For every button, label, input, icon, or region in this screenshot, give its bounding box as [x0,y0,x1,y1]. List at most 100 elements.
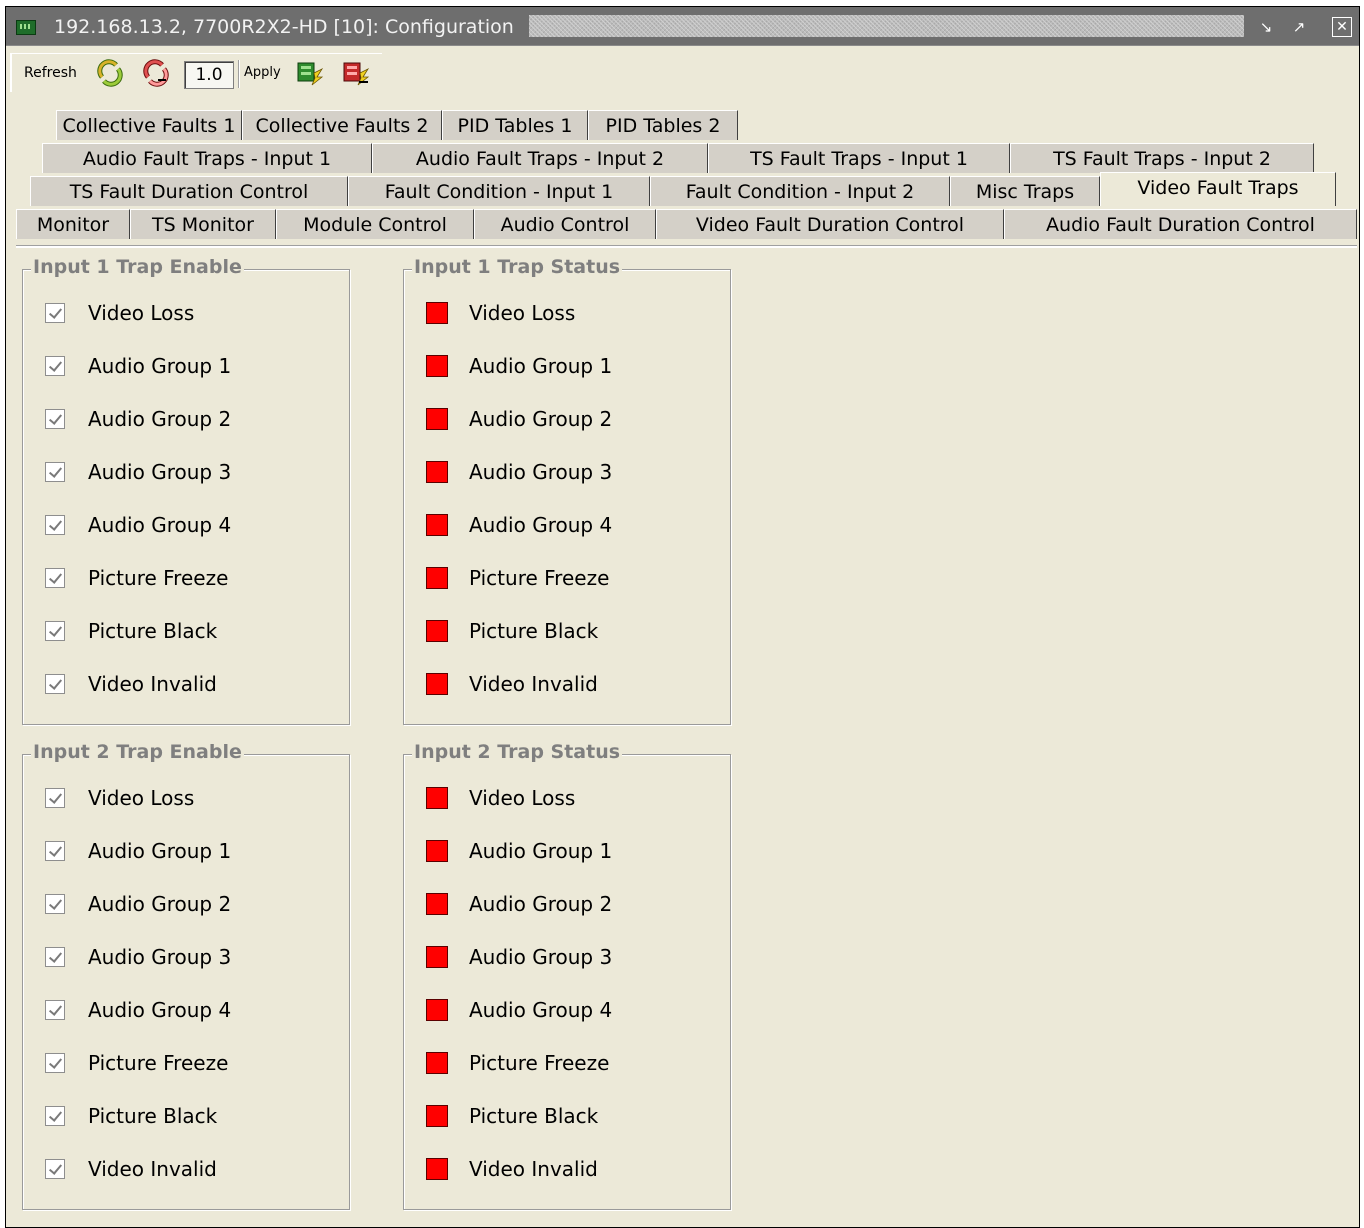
tab-video-fault-duration-control[interactable]: Video Fault Duration Control [656,209,1004,239]
list-item: Picture Black [23,1102,323,1132]
list-item: Picture Black [404,1102,704,1132]
audio-group-1-checkbox[interactable] [45,841,65,861]
module-card-icon [16,20,36,35]
restore-icon[interactable]: ↘ [1256,17,1276,37]
refresh-red-icon[interactable] [142,59,170,87]
checkbox-label: Picture Black [88,619,218,643]
audio-group-3-status-indicator [426,946,448,968]
title-bar-fill [529,15,1244,37]
audio-group-4-status-indicator [426,999,448,1021]
audio-group-2-status-indicator [426,408,448,430]
title-bar[interactable]: 192.168.13.2, 7700R2X2-HD [10]: Configur… [6,7,1359,46]
tab-ts-fault-duration-control[interactable]: TS Fault Duration Control [30,176,348,206]
list-item: Audio Group 4 [404,996,704,1026]
checkbox-label: Audio Group 4 [88,513,232,537]
list-item: Audio Group 1 [404,352,704,382]
list-item: Audio Group 2 [404,405,704,435]
picture-black-status-indicator [426,620,448,642]
refresh-button[interactable]: Refresh [24,65,77,81]
audio-group-3-status-indicator [426,461,448,483]
status-label: Audio Group 1 [469,354,613,378]
status-label: Picture Black [469,1104,599,1128]
tab-fault-condition-input-2[interactable]: Fault Condition - Input 2 [650,176,950,206]
video-loss-checkbox[interactable] [45,303,65,323]
group-title: Input 2 Trap Status [412,741,623,763]
video-invalid-checkbox[interactable] [45,674,65,694]
list-item: Audio Group 3 [404,458,704,488]
input-1-trap-enable-group: Input 1 Trap Enable Video Loss Audio Gro… [22,256,350,725]
input-2-trap-status-group: Input 2 Trap Status Video Loss Audio Gro… [403,741,731,1210]
zoom-field[interactable]: 1.0 [184,61,234,89]
status-label: Audio Group 1 [469,839,613,863]
list-item: Video Loss [23,784,323,814]
tab-misc-traps[interactable]: Misc Traps [950,176,1100,206]
audio-group-2-status-indicator [426,893,448,915]
tab-panel-edge [16,245,1357,248]
list-item: Audio Group 4 [23,511,323,541]
list-item: Audio Group 4 [404,511,704,541]
tab-collective-faults-1[interactable]: Collective Faults 1 [56,110,242,140]
audio-group-1-status-indicator [426,355,448,377]
tab-pid-tables-2[interactable]: PID Tables 2 [588,110,738,140]
list-item: Video Invalid [404,1155,704,1185]
picture-black-checkbox[interactable] [45,1106,65,1126]
apply-button[interactable]: Apply [244,65,281,80]
list-item: Audio Group 3 [23,943,323,973]
audio-group-4-checkbox[interactable] [45,1000,65,1020]
audio-group-2-checkbox[interactable] [45,894,65,914]
tab-module-control[interactable]: Module Control [276,209,474,239]
checkbox-label: Audio Group 4 [88,998,232,1022]
apply-green-icon[interactable] [296,59,324,87]
tab-audio-control[interactable]: Audio Control [474,209,656,239]
group-title: Input 1 Trap Enable [31,256,244,278]
toolbar-separator [238,60,240,88]
tab-video-fault-traps[interactable]: Video Fault Traps [1100,172,1336,206]
video-loss-checkbox[interactable] [45,788,65,808]
list-item: Video Invalid [23,1155,323,1185]
audio-group-3-checkbox[interactable] [45,462,65,482]
checkbox-label: Video Invalid [88,1157,217,1181]
close-icon[interactable]: ✕ [1332,17,1352,37]
tab-monitor[interactable]: Monitor [16,209,130,239]
list-item: Audio Group 3 [404,943,704,973]
status-label: Video Loss [469,786,576,810]
video-invalid-checkbox[interactable] [45,1159,65,1179]
tab-ts-fault-traps-input-2[interactable]: TS Fault Traps - Input 2 [1010,143,1314,173]
audio-group-4-status-indicator [426,514,448,536]
configuration-window: 192.168.13.2, 7700R2X2-HD [10]: Configur… [5,6,1360,1228]
group-title: Input 1 Trap Status [412,256,623,278]
audio-group-1-checkbox[interactable] [45,356,65,376]
picture-freeze-checkbox[interactable] [45,568,65,588]
audio-group-4-checkbox[interactable] [45,515,65,535]
audio-group-2-checkbox[interactable] [45,409,65,429]
checkbox-label: Audio Group 2 [88,407,232,431]
checkbox-label: Audio Group 3 [88,460,232,484]
list-item: Picture Black [404,617,704,647]
maximize-icon[interactable]: ↗ [1289,17,1309,37]
tab-pid-tables-1[interactable]: PID Tables 1 [442,110,588,140]
tab-fault-condition-input-1[interactable]: Fault Condition - Input 1 [348,176,650,206]
tab-ts-fault-traps-input-1[interactable]: TS Fault Traps - Input 1 [708,143,1010,173]
group-title: Input 2 Trap Enable [31,741,244,763]
tab-audio-fault-traps-input-2[interactable]: Audio Fault Traps - Input 2 [372,143,708,173]
tab-audio-fault-traps-input-1[interactable]: Audio Fault Traps - Input 1 [42,143,372,173]
toolbar: Refresh 1.0 Apply [6,51,1359,95]
picture-black-checkbox[interactable] [45,621,65,641]
tab-ts-monitor[interactable]: TS Monitor [130,209,276,239]
tab-collective-faults-2[interactable]: Collective Faults 2 [242,110,442,140]
list-item: Video Invalid [23,670,323,700]
input-1-trap-status-group: Input 1 Trap Status Video Loss Audio Gro… [403,256,731,725]
list-item: Audio Group 1 [23,837,323,867]
status-label: Audio Group 4 [469,998,613,1022]
video-loss-status-indicator [426,787,448,809]
tab-audio-fault-duration-control[interactable]: Audio Fault Duration Control [1004,209,1357,239]
input-2-trap-enable-group: Input 2 Trap Enable Video Loss Audio Gro… [22,741,350,1210]
apply-red-icon[interactable] [342,59,370,87]
video-invalid-status-indicator [426,673,448,695]
list-item: Picture Freeze [404,1049,704,1079]
picture-freeze-checkbox[interactable] [45,1053,65,1073]
audio-group-3-checkbox[interactable] [45,947,65,967]
list-item: Audio Group 2 [23,405,323,435]
list-item: Video Invalid [404,670,704,700]
refresh-green-icon[interactable] [96,59,124,87]
